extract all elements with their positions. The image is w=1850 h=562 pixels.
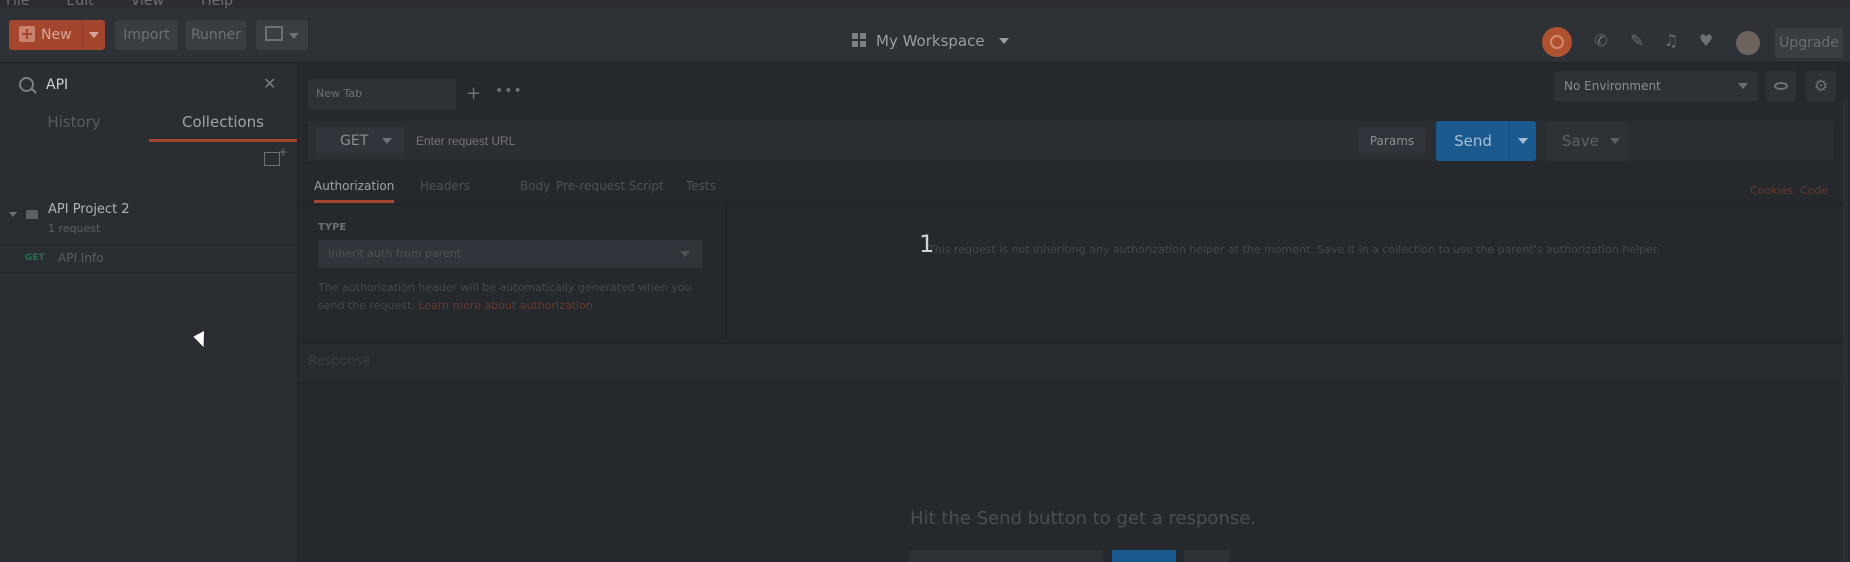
folder-icon [26, 210, 38, 219]
bell-icon[interactable]: ♫ [1662, 32, 1680, 50]
auth-message: This request is not inheriting any autho… [928, 243, 1660, 256]
auth-type-value: Inherit auth from parent [328, 247, 461, 260]
top-header: New Import Runner My Workspace ✆ ✎ ♫ ♥ U… [0, 8, 1850, 63]
chevron-down-icon[interactable] [9, 212, 17, 217]
menu-edit[interactable]: Edit [67, 0, 94, 8]
wrench-icon[interactable]: ✎ [1628, 32, 1646, 50]
tab-body[interactable]: Body [520, 179, 550, 193]
tab-authorization[interactable]: Authorization [314, 179, 395, 203]
new-collection-icon[interactable] [264, 145, 288, 166]
tab-headers[interactable]: Headers [420, 179, 470, 193]
collection-folder[interactable]: API Project 2 1 request [0, 190, 297, 245]
overlay-number: 1 [919, 230, 935, 258]
upgrade-button[interactable]: Upgrade [1775, 28, 1843, 58]
auth-type-label: TYPE [318, 222, 347, 233]
response-header: Response [298, 343, 1848, 383]
send-label: Send [1454, 132, 1492, 150]
plus-icon [19, 26, 35, 42]
chevron-down-icon [1738, 83, 1748, 89]
window-icon [265, 26, 283, 41]
gear-icon[interactable]: ⚙ [1806, 71, 1836, 101]
send-dropdown[interactable] [1509, 121, 1536, 161]
add-tab-icon[interactable]: + [466, 83, 481, 104]
chevron-down-icon [999, 38, 1010, 44]
chevron-down-icon [1518, 138, 1528, 144]
environment-select[interactable]: No Environment [1554, 71, 1758, 101]
collection-name: API Project 2 [48, 202, 130, 217]
new-dropdown-caret[interactable] [82, 20, 105, 50]
workspace-label: My Workspace [876, 32, 985, 50]
auth-description: The authorization header will be automat… [318, 279, 708, 315]
chevron-down-icon [89, 32, 99, 38]
scrollbar[interactable] [1843, 99, 1848, 561]
bottom-send-button[interactable] [1112, 550, 1176, 562]
sidebar-search[interactable]: API ✕ [0, 63, 297, 108]
request-tab[interactable]: New Tab [308, 79, 456, 109]
empty-response-message: Hit the Send button to get a response. [910, 508, 1257, 529]
more-icon[interactable]: ••• [495, 83, 523, 99]
new-button[interactable]: New [9, 20, 105, 50]
auth-type-select[interactable]: Inherit auth from parent [318, 240, 702, 268]
search-icon [19, 77, 34, 92]
chevron-down-icon [382, 138, 392, 144]
method-select[interactable]: GET [316, 127, 404, 155]
grid-icon [852, 33, 866, 47]
list-item[interactable]: GET API Info [0, 245, 297, 273]
save-label: Save [1562, 132, 1599, 150]
bottom-button[interactable] [1184, 550, 1230, 562]
new-button-label: New [41, 27, 72, 43]
save-button[interactable]: Save [1546, 121, 1628, 161]
runner-button[interactable]: Runner [186, 20, 246, 50]
eye-icon[interactable] [1766, 71, 1796, 101]
close-icon[interactable]: ✕ [263, 74, 276, 93]
params-button[interactable]: Params [1359, 127, 1425, 155]
method-label: GET [340, 133, 369, 149]
main-area: New Tab + ••• No Environment ⚙ GET Param… [298, 63, 1850, 562]
environment-label: No Environment [1564, 79, 1661, 93]
workspace-selector[interactable]: My Workspace [852, 32, 1010, 50]
auth-panel: TYPE Inherit auth from parent The author… [298, 205, 727, 343]
tab-history[interactable]: History [0, 113, 148, 143]
url-input[interactable] [416, 127, 1356, 155]
send-button[interactable]: Send [1436, 121, 1536, 161]
tab-pre-request-script[interactable]: Pre-request Script [556, 179, 664, 193]
url-bar: GET Params Send Save [308, 121, 1833, 161]
chevron-down-icon [289, 33, 299, 39]
new-window-button[interactable] [256, 20, 308, 50]
auth-learn-more-link[interactable]: Learn more about authorization [418, 299, 592, 312]
sync-icon[interactable] [1542, 27, 1572, 57]
request-name: API Info [58, 251, 104, 265]
menu-view[interactable]: View [131, 0, 164, 8]
chevron-down-icon [680, 251, 690, 257]
sidebar: API ✕ History Collections API Project 2 … [0, 63, 298, 561]
menu-file[interactable]: File [6, 0, 29, 8]
request-method: GET [25, 253, 45, 263]
heart-icon[interactable]: ♥ [1697, 32, 1715, 50]
tab-tests[interactable]: Tests [686, 179, 716, 193]
bottom-button[interactable] [910, 550, 1103, 562]
search-input[interactable]: API [46, 77, 68, 93]
chevron-down-icon [1610, 138, 1620, 144]
avatar[interactable] [1736, 31, 1760, 55]
menu-bar: File Edit View Help [0, 0, 1850, 8]
satellite-icon[interactable]: ✆ [1592, 32, 1610, 50]
response-label: Response [308, 354, 371, 369]
collection-count: 1 request [48, 222, 101, 235]
menu-help[interactable]: Help [201, 0, 233, 8]
cookies-link[interactable]: Cookies [1750, 184, 1793, 197]
tab-collections[interactable]: Collections [149, 113, 297, 142]
request-subtabs: Authorization Headers Body Pre-request S… [298, 168, 1848, 205]
code-link[interactable]: Code [1800, 184, 1828, 197]
import-button[interactable]: Import [115, 20, 178, 50]
